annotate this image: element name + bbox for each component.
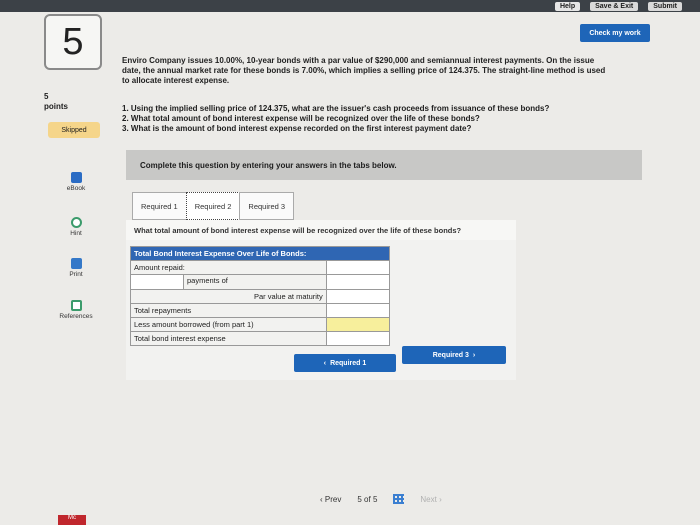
print-tool[interactable]: Print	[56, 258, 96, 278]
references-icon	[70, 300, 82, 311]
printer-icon	[70, 258, 82, 269]
references-tool[interactable]: References	[56, 300, 96, 320]
brand-logo: Mc	[58, 515, 86, 525]
points-display: 5 points	[44, 92, 68, 112]
check-my-work-button[interactable]: Check my work	[580, 24, 650, 42]
tab-question: What total amount of bond interest expen…	[126, 220, 516, 240]
question-number: 5	[44, 14, 102, 70]
help-button[interactable]: Help	[554, 1, 581, 11]
tab-required-3[interactable]: Required 3	[239, 192, 295, 220]
page-of: of	[364, 494, 371, 504]
ebook-label: eBook	[66, 185, 86, 192]
page-total: 5	[372, 494, 378, 504]
next-required-label: Required 3	[432, 351, 469, 359]
submit-button[interactable]: Submit	[648, 1, 682, 11]
tab-required-1[interactable]: Required 1	[132, 192, 187, 220]
payments-of-label: payments of	[187, 276, 228, 285]
table-header: Total Bond Interest Expense Over Life of…	[130, 246, 390, 261]
par-value-input[interactable]	[325, 289, 391, 304]
prev-required-label: Required 1	[330, 359, 367, 367]
hint-tool[interactable]: Hint	[56, 217, 96, 237]
book-icon	[70, 172, 82, 183]
hint-label: Hint	[70, 230, 82, 237]
problem-line-3: to allocate interest expense.	[122, 76, 230, 85]
chevron-right-icon: ›	[472, 351, 476, 359]
payments-count-input[interactable]	[131, 275, 184, 289]
points-label: points	[44, 102, 68, 111]
next-required-button[interactable]: Required 3 ›	[402, 346, 506, 364]
chevron-left-icon: ‹	[323, 359, 327, 367]
less-borrowed-label: Less amount borrowed (from part 1)	[130, 317, 327, 332]
problem-line-1: Enviro Company issues 10.00%, 10-year bo…	[122, 56, 595, 65]
prev-required-button[interactable]: ‹ Required 1	[294, 354, 396, 372]
page-current: 5	[357, 494, 362, 504]
payments-amount-input[interactable]	[325, 274, 391, 290]
requirement-2: 2. What total amount of bond interest ex…	[122, 114, 480, 123]
references-label: References	[59, 313, 93, 320]
requirements-list: 1. Using the implied selling price of 12…	[122, 104, 642, 134]
print-label: Print	[69, 271, 83, 278]
problem-statement: Enviro Company issues 10.00%, 10-year bo…	[122, 56, 662, 86]
requirement-1: 1. Using the implied selling price of 12…	[122, 104, 550, 113]
less-borrowed-value	[325, 317, 391, 332]
status-badge: Skipped	[48, 122, 100, 138]
amount-repaid-spacer	[325, 260, 391, 275]
grid-icon[interactable]	[393, 494, 405, 504]
par-value-label: Par value at maturity	[130, 289, 327, 304]
tab-bar: Required 1 Required 2 Required 3	[132, 192, 295, 220]
instruction-bar: Complete this question by entering your …	[126, 150, 642, 180]
total-repayments-input[interactable]	[325, 303, 391, 318]
next-button[interactable]: Next ›	[420, 495, 441, 504]
pagination: ‹ Prev 5 of 5 Next ›	[320, 494, 442, 504]
next-label: Next	[420, 494, 437, 504]
prev-button[interactable]: ‹ Prev	[320, 495, 341, 504]
amount-repaid-label: Amount repaid:	[130, 260, 327, 275]
requirement-3: 3. What is the amount of bond interest e…	[122, 124, 472, 133]
save-exit-button[interactable]: Save & Exit	[590, 1, 639, 11]
tab-required-2[interactable]: Required 2	[185, 192, 241, 220]
page-indicator: 5 of 5	[357, 495, 377, 504]
total-expense-input[interactable]	[325, 331, 391, 346]
total-repayments-label: Total repayments	[130, 303, 327, 318]
top-bar: Help Save & Exit Submit	[0, 0, 700, 12]
bond-interest-table: Total Bond Interest Expense Over Life of…	[130, 246, 391, 346]
problem-line-2: date, the annual market rate for these b…	[122, 66, 606, 75]
prev-label: Prev	[324, 494, 342, 504]
ebook-tool[interactable]: eBook	[56, 172, 96, 192]
hint-icon	[70, 217, 82, 228]
total-expense-label: Total bond interest expense	[130, 331, 327, 346]
payments-row: payments of	[130, 274, 327, 290]
points-value: 5	[44, 92, 49, 101]
top-actions: Help Save & Exit Submit	[554, 0, 682, 12]
